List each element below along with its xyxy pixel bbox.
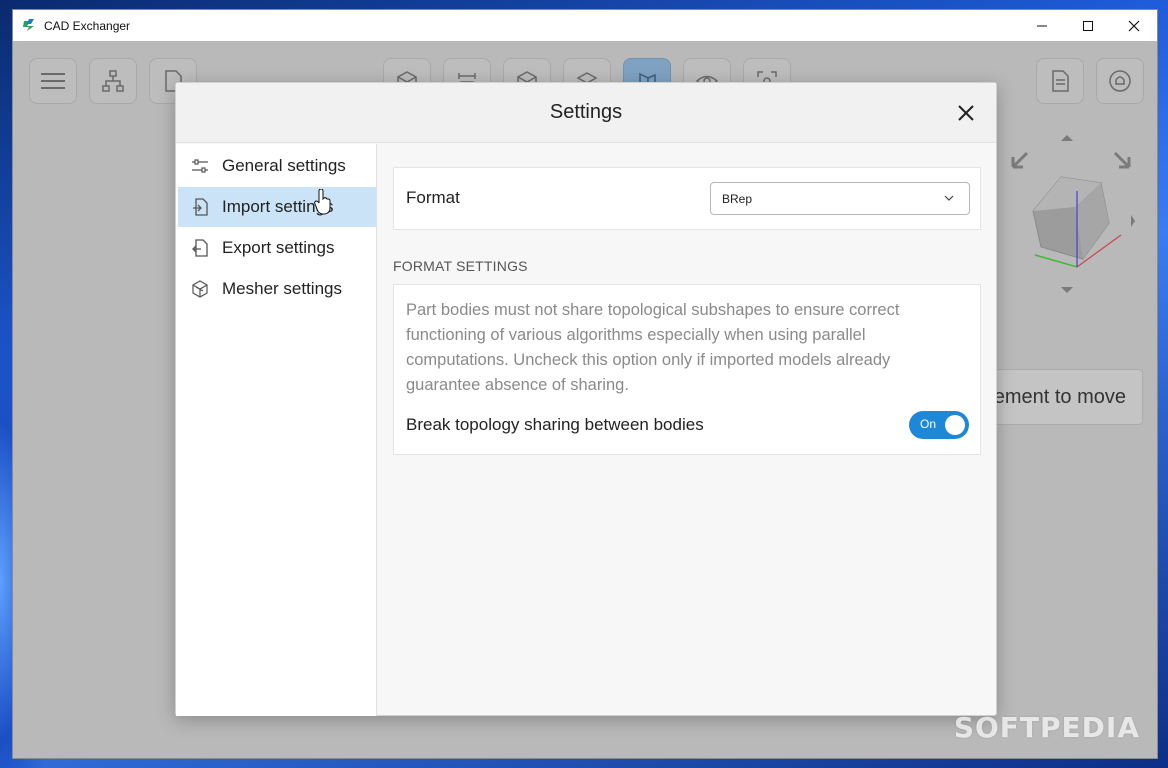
- document-icon: [1052, 70, 1069, 92]
- toggle-state-label: On: [920, 417, 937, 431]
- menu-button[interactable]: [29, 58, 77, 104]
- dialog-title: Settings: [549, 101, 623, 123]
- dialog-header: Settings: [176, 83, 996, 143]
- sliders-icon: [190, 156, 210, 176]
- hint-overlay: ement to move: [983, 369, 1143, 425]
- hamburger-icon: [41, 73, 65, 89]
- hand-cursor-icon: [314, 189, 331, 215]
- close-window-button[interactable]: [1111, 10, 1157, 41]
- model-tree-button[interactable]: [89, 58, 137, 104]
- option-card: Part bodies must not share topological s…: [393, 284, 981, 455]
- format-select[interactable]: BRep: [710, 182, 970, 215]
- nav-item-label: Mesher settings: [222, 279, 342, 298]
- nav-item-label: General settings: [222, 156, 346, 175]
- view-cube-icon: [1011, 135, 1135, 293]
- nav-item-import[interactable]: Import settings: [178, 187, 376, 227]
- view-cube[interactable]: [1005, 131, 1145, 301]
- settings-dialog: Settings General settings Import setting…: [175, 82, 997, 716]
- nav-item-general[interactable]: General settings: [178, 146, 376, 186]
- chevron-down-icon: [944, 195, 954, 201]
- import-file-icon: [190, 197, 210, 217]
- option-description: Part bodies must not share topological s…: [406, 301, 900, 394]
- close-icon: [1128, 20, 1140, 31]
- format-row: Format BRep: [393, 167, 981, 230]
- notes-button[interactable]: [1036, 58, 1084, 104]
- nav-item-label: Export settings: [222, 238, 335, 257]
- format-label: Format: [406, 188, 460, 207]
- nav-item-export[interactable]: Export settings: [178, 228, 376, 268]
- minimize-icon: [1037, 25, 1047, 26]
- window-title: CAD Exchanger: [44, 18, 131, 33]
- toggle-knob: [945, 415, 965, 435]
- nav-item-mesher[interactable]: Mesher settings: [178, 269, 376, 309]
- section-title: FORMAT SETTINGS: [393, 258, 528, 274]
- export-file-icon: [190, 238, 210, 258]
- option-label: Break topology sharing between bodies: [406, 415, 704, 434]
- close-icon: [958, 105, 974, 121]
- notifications-button[interactable]: [1096, 58, 1144, 104]
- settings-nav: General settings Import settings Export …: [176, 144, 377, 716]
- watermark: SOFTPEDIA: [953, 711, 1140, 744]
- title-bar: CAD Exchanger: [13, 10, 1157, 41]
- dialog-close-button[interactable]: [954, 101, 978, 125]
- break-topology-toggle[interactable]: On: [909, 411, 969, 439]
- minimize-button[interactable]: [1019, 10, 1065, 41]
- maximize-icon: [1083, 20, 1093, 31]
- maximize-button[interactable]: [1065, 10, 1111, 41]
- hierarchy-icon: [102, 70, 124, 92]
- app-logo-icon: [23, 18, 34, 31]
- format-select-value: BRep: [722, 191, 753, 206]
- bell-icon: [1109, 70, 1131, 92]
- mesh-cube-icon: [190, 279, 210, 299]
